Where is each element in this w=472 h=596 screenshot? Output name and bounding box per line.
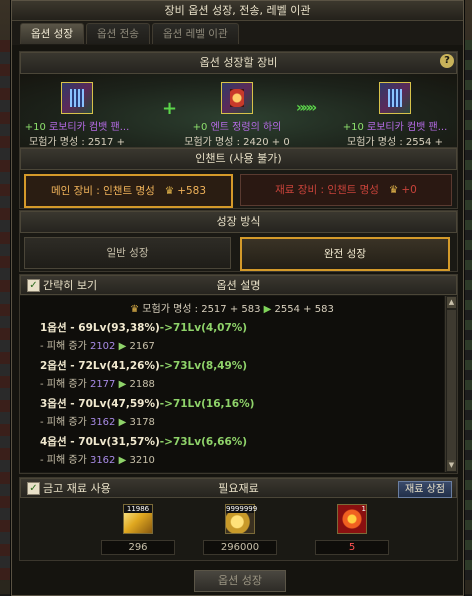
option-item-2: 2옵션 - 72Lv(41,26%)->73Lv(8,49%) - 피해 증가 … [40, 360, 248, 390]
ent-spirit-bottom-icon [221, 82, 253, 114]
fame-crest-icon: ♛ [130, 304, 140, 315]
material-required-1: 296 [101, 540, 175, 555]
tab-option-transfer[interactable]: 옵션 전송 [85, 23, 150, 44]
main-equip-name: 로보티카 컴뱃 팬... [45, 122, 130, 133]
robotica-pants-icon [61, 82, 93, 114]
option-description-panel: ✓ 간략히 보기 옵션 설명 ♛ 모험가 명성 : 2517 + 583 ▶ 2… [19, 274, 458, 474]
yellow-crystal-icon: 11986 [123, 504, 153, 534]
vault-material-label: 금고 재료 사용 [43, 482, 111, 495]
tab-option-growth[interactable]: 옵션 성장 [20, 23, 84, 44]
full-growth-button[interactable]: 완전 성장 [240, 237, 450, 271]
option-growth-window: 장비 옵션 성장, 전송, 레벨 이관 옵션 성장 옵션 전송 옵션 레벨 이관… [11, 0, 464, 596]
material-equip-name: 엔트 정령의 하의 [207, 122, 282, 133]
option-item-4: 4옵션 - 70Lv(31,57%)->73Lv(6,66%) - 피해 증가 … [40, 436, 248, 466]
fame-crest-icon: ♛ [164, 185, 175, 197]
vault-material-checkbox[interactable]: ✓ [27, 482, 40, 495]
material-required-2: 296000 [203, 540, 277, 555]
material-item-2[interactable]: 9999999 296000 [200, 504, 280, 555]
scroll-up-icon[interactable]: ▲ [447, 297, 456, 308]
material-shop-button[interactable]: 재료 상점 [398, 481, 452, 498]
enchant-section-title: 인챈트 (사용 불가) [20, 148, 457, 170]
option-item-1: 1옵션 - 69Lv(93,38%)->71Lv(4,07%) - 피해 증가 … [40, 322, 248, 352]
result-equip-name: 로보티카 컴뱃 팬... [363, 122, 448, 133]
tab-bar: 옵션 성장 옵션 전송 옵션 레벨 이관 [12, 21, 463, 45]
option-grow-button[interactable]: 옵션 성장 [194, 570, 286, 592]
scroll-thumb[interactable] [447, 310, 456, 460]
tab-option-level-transfer[interactable]: 옵션 레벨 이관 [151, 23, 239, 44]
plus-icon: + [162, 98, 178, 119]
scroll-down-icon[interactable]: ▼ [447, 460, 456, 471]
fame-summary: ♛ 모험가 명성 : 2517 + 583 ▶ 2554 + 583 [130, 304, 334, 315]
simple-view-checkbox[interactable]: ✓ [27, 279, 40, 292]
materials-panel: ✓ 금고 재료 사용 필요재료 재료 상점 11986 296 9999999 … [19, 477, 458, 561]
option-item-3: 3옵션 - 70Lv(47,59%)->71Lv(16,16%) - 피해 증가… [40, 398, 255, 428]
robotica-pants-icon [379, 82, 411, 114]
option-section-header: ✓ 간략히 보기 옵션 설명 [20, 275, 457, 295]
simple-view-label: 간략히 보기 [43, 279, 98, 292]
enchant-panel: 인챈트 (사용 불가) 메인 장비 : 인챈트 명성 ♛ +583 재료 장비 : … [19, 147, 458, 209]
help-icon[interactable]: ? [440, 54, 454, 68]
main-enchant-box: 메인 장비 : 인챈트 명성 ♛ +583 [24, 174, 233, 208]
gold-coins-icon: 9999999 [225, 504, 257, 534]
materials-header: ✓ 금고 재료 사용 필요재료 재료 상점 [20, 478, 457, 498]
material-equip-slot[interactable]: +0 엔트 정령의 하의 모험가 명성 : 2420 + 0 [182, 82, 292, 148]
option-list: ♛ 모험가 명성 : 2517 + 583 ▶ 2554 + 583 1옵션 -… [20, 296, 444, 472]
red-catalyst-icon: 1 [337, 504, 367, 534]
material-item-3[interactable]: 1 5 [312, 504, 392, 555]
material-equip-fame: 모험가 명성 : 2420 + 0 [184, 137, 290, 148]
equip-section-title: 옵션 성장할 장비 ? [20, 52, 457, 74]
growth-section-title: 성장 방식 [20, 211, 457, 233]
material-enchant-box: 재료 장비 : 인챈트 명성 ♛ +0 [240, 174, 452, 206]
material-required-3: 5 [315, 540, 389, 555]
normal-growth-button[interactable]: 일반 성장 [24, 237, 231, 269]
growth-method-panel: 성장 방식 일반 성장 완전 성장 [19, 210, 458, 272]
material-item-1[interactable]: 11986 296 [98, 504, 178, 555]
fame-crest-icon: ♛ [388, 184, 399, 196]
triple-arrow-icon: »»» [296, 100, 317, 116]
window-title: 장비 옵션 성장, 전송, 레벨 이관 [12, 1, 463, 21]
option-scrollbar[interactable]: ▲ ▼ [445, 296, 457, 472]
